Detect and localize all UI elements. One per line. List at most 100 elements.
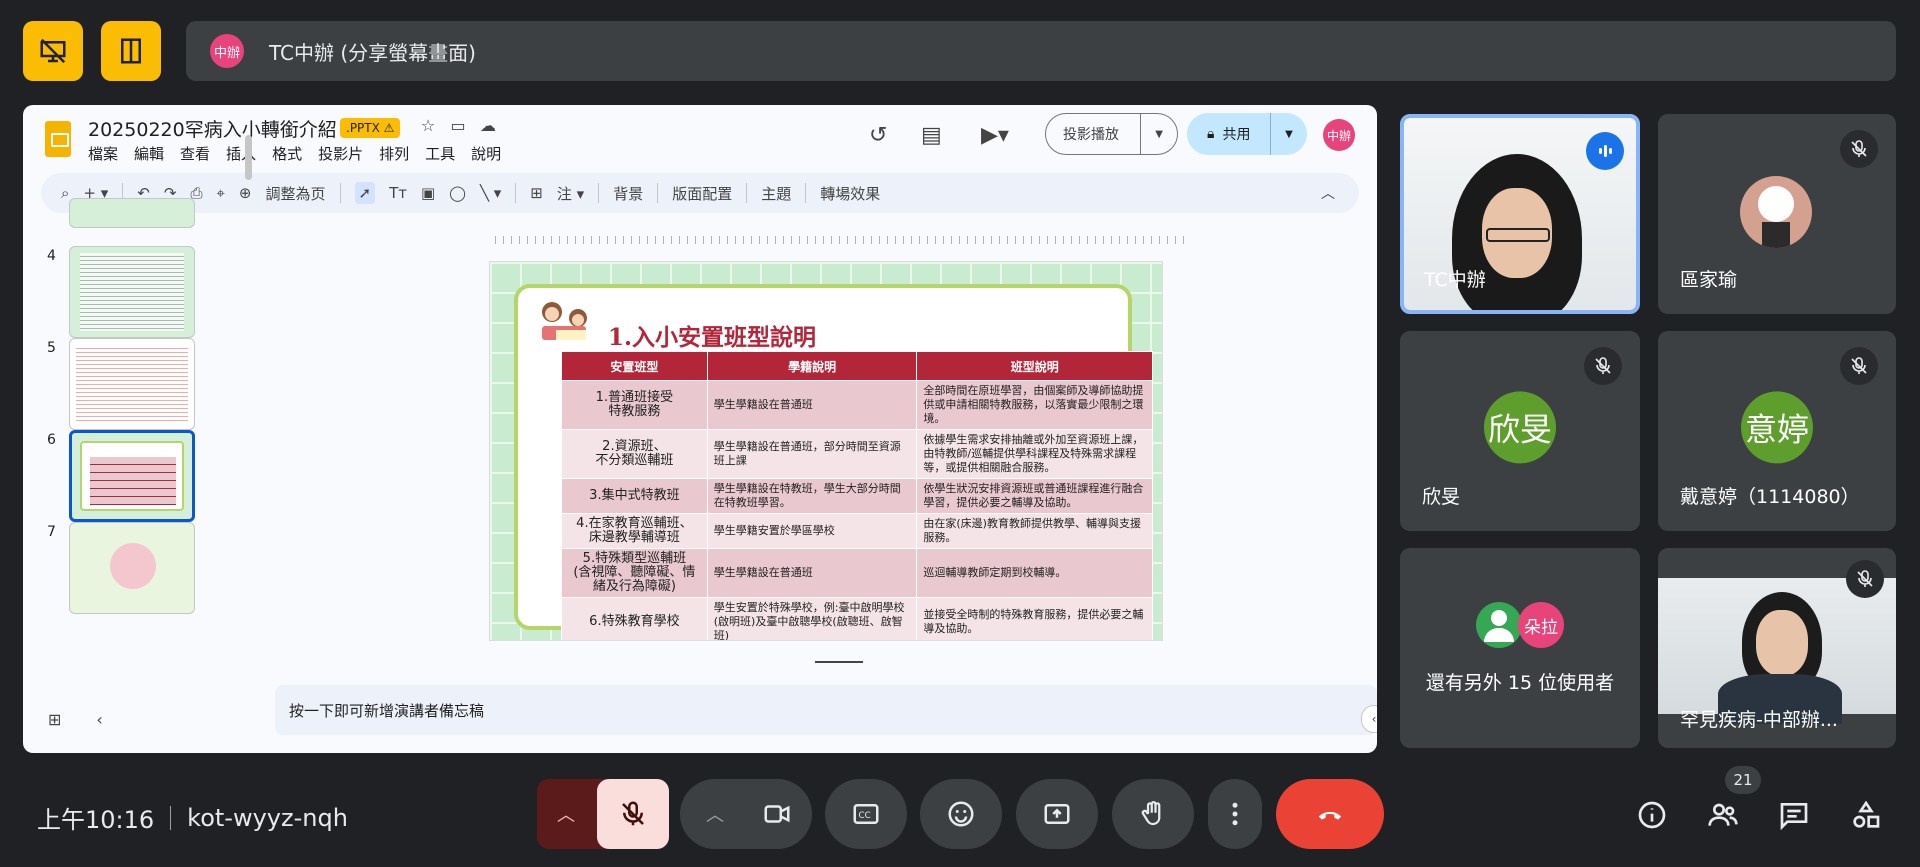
search-icon[interactable]: ⌕ [61,184,69,202]
layout-menu-button[interactable]: 版面配置 [672,183,732,204]
people-button[interactable] [1703,795,1743,835]
more-options-button[interactable] [1208,779,1262,849]
emoji-button[interactable] [920,779,1002,849]
menu-tools[interactable]: 工具 [425,143,455,164]
presentation-off-button[interactable] [23,21,83,81]
layout-button[interactable] [101,21,161,81]
others-tile[interactable]: 朵拉 還有另外 15 位使用者 [1400,548,1640,748]
slide-thumbnail[interactable] [69,522,195,614]
background-button[interactable]: 背景 [613,183,643,204]
videocam-icon [764,805,790,823]
table-cell: 依據學生需求安排抽離或外加至資源班上課，由特教師/巡輔提供學科課程及特殊需求課程… [916,429,1153,479]
menu-arrange[interactable]: 排列 [379,143,409,164]
menu-file[interactable]: 檔案 [88,143,118,164]
grid-view-icon[interactable]: ⊞ [48,710,61,729]
chevron-down-icon[interactable]: ▼ [1141,129,1177,140]
participant-tile-rare-disease[interactable]: 罕見疾病-中部辦... [1658,548,1896,748]
doc-title[interactable]: 20250220罕病入小轉銜介紹 [88,115,337,142]
participant-tile-xinyun[interactable]: 欣旻 欣旻 [1400,331,1640,531]
participant-avatar: 朵拉 [1518,602,1564,648]
canvas-scrollbar[interactable] [815,661,863,663]
cloud-icon[interactable]: ☁ [479,117,497,135]
participant-name: 區家瑜 [1680,269,1738,291]
table-cell: 並接受全時制的特殊教育服務，提供必要之輔導及協助。 [916,597,1153,640]
slideshow-button[interactable]: 投影播放 ▼ [1045,113,1178,155]
table-cell: 3.集中式特教班 [561,478,708,514]
mic-toggle-button[interactable] [597,779,669,849]
menu-view[interactable]: 查看 [180,143,210,164]
info-icon [1638,801,1666,829]
table-cell: 全部時間在原班學習，由個案師及導師協助提供或申請相關特教服務，以落實最少限制之環… [916,380,1153,430]
table-cell: 學生學籍設在普通班 [706,548,918,598]
table-cell: 4.在家教育巡輔班、 床邊教學輔導班 [561,513,708,549]
camera-toggle-button[interactable] [742,779,812,849]
shape-icon[interactable]: ◯ [449,184,466,202]
activities-button[interactable] [1846,795,1886,835]
text-box-icon[interactable]: Tт [389,184,407,202]
slide-number: 4 [47,248,56,264]
select-icon[interactable]: ➚ [354,182,376,204]
participant-name: 罕見疾病-中部辦... [1680,709,1838,731]
meet-icon[interactable]: ▶▾ [981,123,1009,148]
paint-format-icon[interactable]: ⌖ [216,184,224,202]
chevron-up-icon[interactable]: ︿ [1321,183,1335,203]
menu-format[interactable]: 格式 [272,143,302,164]
slide-thumbnail[interactable] [69,198,195,228]
participant-name: TC中辦 [1424,269,1486,291]
chat-button[interactable] [1774,795,1814,835]
table-cell: 巡迴輔導教師定期到校輔導。 [916,548,1153,598]
zoom-select[interactable]: 調整為⻚ [265,183,325,204]
meeting-details-button[interactable] [1632,795,1672,835]
slide-table: 安置班型 學籍說明 班型說明 1.普通班接受 特教服務 學生學籍設在普通班 全部時間… [561,351,1153,640]
comment-icon[interactable]: ▤ [921,123,942,148]
speaker-notes[interactable]: 按一下即可新增演講者備忘稿 [275,685,1377,735]
table-row: 3.集中式特教班 學生學籍設在特教班，學生大部分時間在特教班學習。 依學生狀況安排資… [561,478,1153,514]
captions-button[interactable]: CC [825,779,907,849]
table-header: 班型說明 [916,351,1153,381]
format-options-icon[interactable]: 注 ▾ [557,183,584,204]
present-button[interactable] [1016,779,1098,849]
leave-call-button[interactable] [1276,779,1384,849]
table-row: 5.特殊類型巡輔班 (含視障、聽障礙、情緒及行為障礙) 學生學籍設在普通班 巡迴輔導… [561,548,1153,598]
slide-thumbnail-selected[interactable] [69,430,195,522]
mic-options-chevron-icon[interactable]: ︿ [557,801,575,827]
table-header: 安置班型 [561,351,708,381]
slide[interactable]: 1.入小安置班型說明 安置班型 學籍說明 班型說明 1.普通班接受 特教服務 學生… [489,261,1163,641]
star-icon[interactable]: ☆ [419,117,437,135]
image-icon[interactable]: ▣ [421,184,435,202]
table-cell: 學生學籍設在普通班，部分時間至資源班上課 [706,429,918,479]
participant-tile-tc-office[interactable]: TC中辦 [1400,114,1640,314]
table-cell: 1.普通班接受 特教服務 [561,380,708,430]
camera-options-chevron-icon[interactable]: ︿ [706,801,724,827]
transition-button[interactable]: 轉場效果 [820,183,880,204]
menu-help[interactable]: 說明 [471,143,501,164]
participant-tile-ou-jiayu[interactable]: 區家瑜 [1658,114,1896,314]
collapse-filmstrip-icon[interactable]: ‹ [96,710,102,729]
filmstrip: 4 5 6 7 [23,198,233,648]
insert-comment-icon[interactable]: ⊞ [530,184,543,202]
chevron-down-icon[interactable]: ▼ [1271,129,1307,140]
table-row: 2.資源班、 不分類巡輔班 學生學籍設在普通班，部分時間至資源班上課 依據學生需求安… [561,429,1153,479]
history-icon[interactable]: ↺ [869,123,887,148]
line-icon[interactable]: ╲ ▾ [480,184,501,202]
zoom-icon[interactable]: ⊕ [239,184,252,202]
people-icon [1708,803,1738,826]
table-cell: 學生安置於特殊學校，例:臺中啟明學校(啟明班)及臺中啟聰學校(啟聰班、啟智班) [706,597,918,640]
meeting-info: 上午10:16 kot-wyyz-nqh [37,800,348,835]
filmstrip-scrollbar[interactable] [245,135,252,180]
menu-slide[interactable]: 投影片 [318,143,363,164]
slide-thumbnail[interactable] [69,246,195,338]
participant-tile-yiting[interactable]: 意婷 戴意婷（1114080） [1658,331,1896,531]
participant-name: 戴意婷（1114080） [1680,486,1860,508]
raise-hand-button[interactable] [1112,779,1194,849]
folder-move-icon[interactable]: ▭ [449,117,467,135]
file-type-badge[interactable]: .PPTX ⚠ [340,118,401,138]
menu-edit[interactable]: 編輯 [134,143,164,164]
theme-button[interactable]: 主題 [761,183,791,204]
participant-name: 欣旻 [1422,486,1461,508]
slideshow-label[interactable]: 投影播放 [1046,114,1142,154]
table-row: 1.普通班接受 特教服務 學生學籍設在普通班 全部時間在原班學習，由個案師及導師協助… [561,380,1153,430]
share-button[interactable]: 🔒︎ 共用 ▼ [1187,113,1307,155]
slide-thumbnail[interactable] [69,338,195,430]
user-avatar[interactable]: 中辦 [1323,119,1355,151]
